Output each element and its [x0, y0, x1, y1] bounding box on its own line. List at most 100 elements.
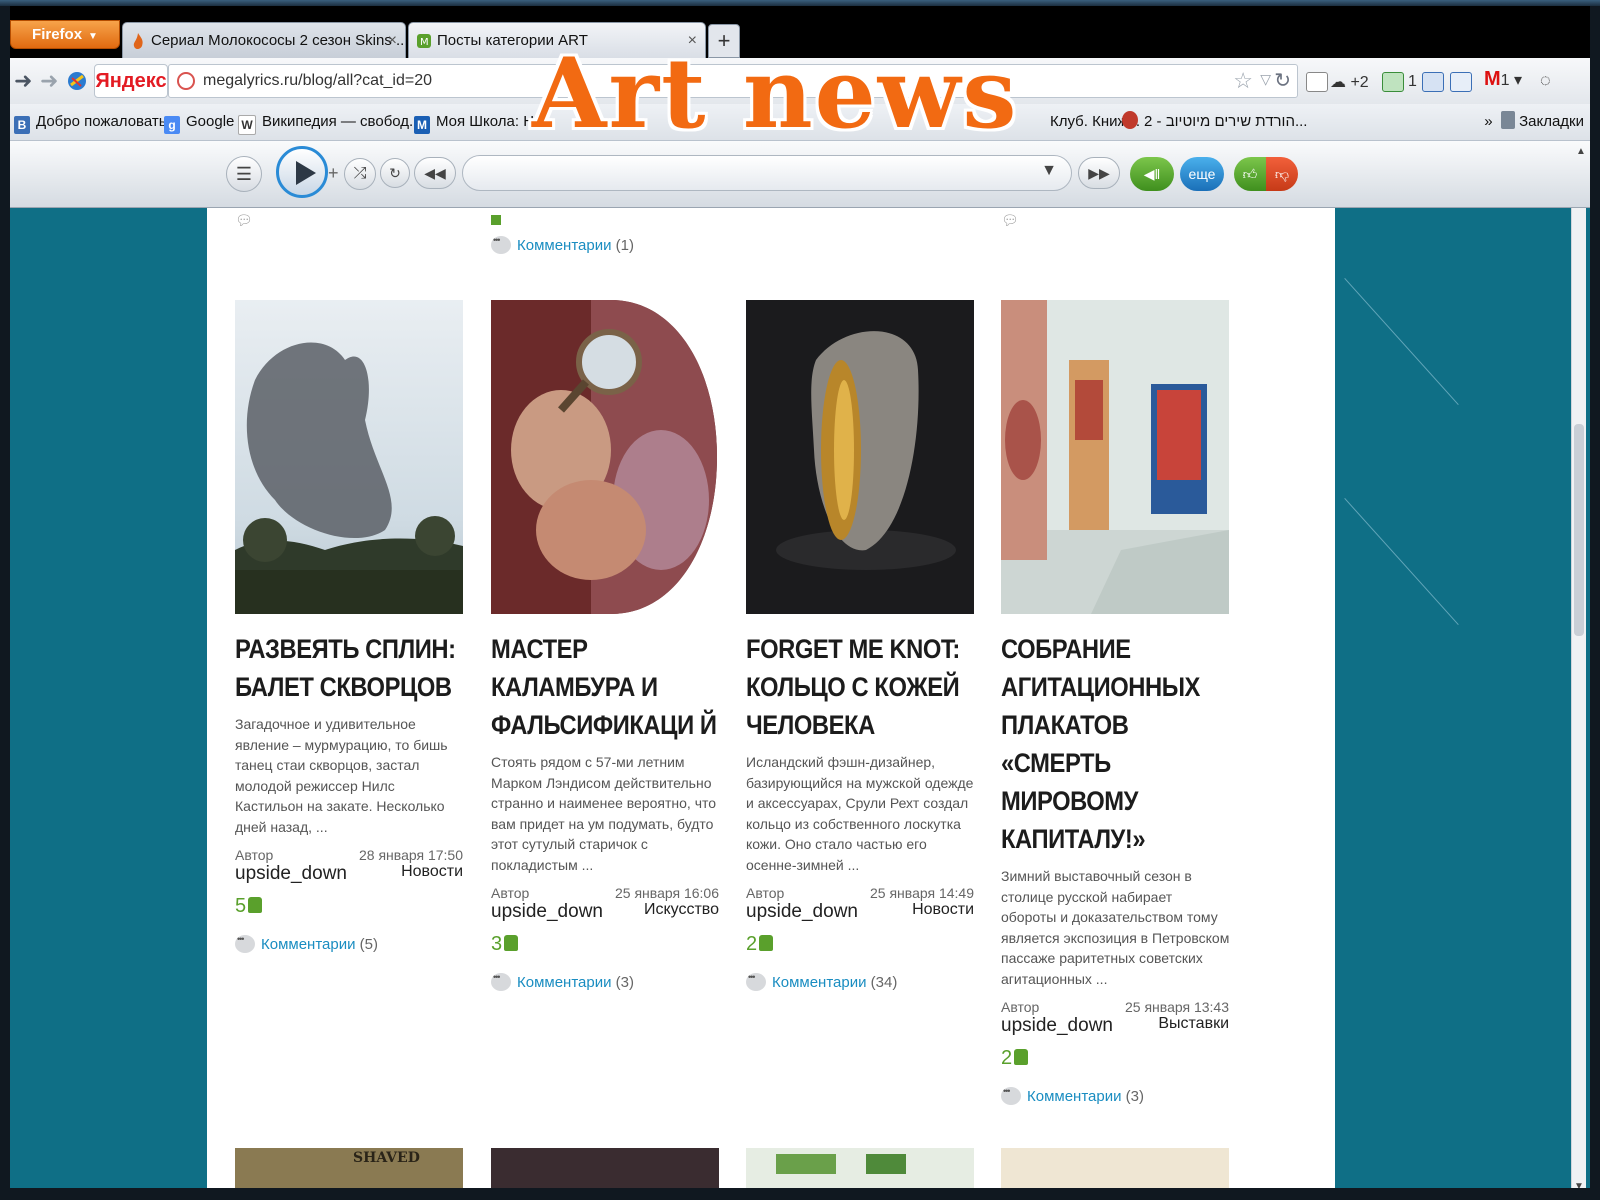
like-button[interactable]: 👍︎	[1234, 157, 1266, 191]
like-counter[interactable]: 5	[235, 895, 463, 925]
vk-icon[interactable]	[1422, 72, 1448, 92]
volume-button[interactable]: ◀ǁ	[1130, 157, 1174, 191]
bookmark-item[interactable]: g Google	[164, 104, 234, 140]
like-counter[interactable]: 3	[491, 933, 719, 963]
star-icon[interactable]: ☆	[1233, 68, 1253, 94]
previous-track-icon[interactable]: ◀◀	[414, 157, 456, 189]
comments-label: Комментарии	[772, 974, 867, 991]
next-post-image-text: SHAVED	[353, 1150, 420, 1166]
comments-link[interactable]: Комментарии (34)	[746, 972, 974, 991]
comment-bubble-icon	[491, 235, 511, 254]
gmail-icon[interactable]: M1 ▾	[1484, 68, 1522, 91]
thumbs-up-icon	[1014, 1049, 1029, 1065]
post-meta: Автор 25 января 13:43 upside_down Выстав…	[1001, 999, 1229, 1039]
notes-icon[interactable]	[1450, 72, 1476, 92]
post-title[interactable]: МАСТЕР КАЛАМБУРА И ФАЛЬСИФИКАЦИ Й	[491, 630, 720, 744]
like-counter[interactable]: 2	[1001, 1047, 1229, 1077]
mail-icon[interactable]	[1306, 72, 1332, 92]
category-link[interactable]: Новости	[401, 863, 463, 881]
post-meta: Автор 25 января 16:06 upside_down Искусс…	[491, 885, 719, 925]
close-icon[interactable]: ×	[388, 23, 397, 58]
post-image-ring[interactable]	[746, 300, 974, 614]
page-scrollbar[interactable]: ▼	[1571, 208, 1586, 1188]
author-link[interactable]: upside_down	[235, 863, 347, 885]
comments-link[interactable]: Комментарии (3)	[491, 972, 719, 991]
bookmark-star-icon	[1500, 111, 1515, 129]
slide-title: Art news	[532, 37, 1019, 150]
addon-icon[interactable]: ◌	[1540, 70, 1551, 91]
gmail-count: 1	[1500, 72, 1510, 89]
play-icon	[296, 161, 316, 185]
dislike-button[interactable]: 👎︎	[1266, 157, 1298, 191]
bookmarks-overflow-icon[interactable]: »	[1484, 113, 1492, 130]
author-link[interactable]: upside_down	[491, 901, 603, 923]
music-download-icon	[1122, 111, 1138, 129]
comments-link[interactable]: Комментарии (5)	[235, 934, 463, 953]
category-link[interactable]: Новости	[912, 901, 974, 919]
thumbs-up-icon: 👍︎	[1242, 166, 1258, 182]
play-button[interactable]	[276, 146, 328, 198]
cloud-icon[interactable]: ☁ +2	[1330, 72, 1369, 92]
post-image-magnifier[interactable]	[491, 300, 719, 614]
chevron-down-icon: ▼	[1041, 162, 1057, 179]
comments-link[interactable]: Комментарии (3)	[1001, 1086, 1229, 1105]
forward-icon[interactable]: ➜	[40, 68, 58, 94]
author-label: Автор	[491, 885, 530, 901]
next-post-image[interactable]	[746, 1148, 974, 1188]
next-post-image[interactable]: SHAVED	[235, 1148, 463, 1188]
post-title[interactable]: FORGET ME KNOT: КОЛЬЦО С КОЖЕЙ ЧЕЛОВЕКА	[746, 630, 975, 744]
sync-icon[interactable]: 1	[1382, 72, 1417, 92]
site-identity-icon[interactable]	[177, 72, 195, 90]
thumbs-up-icon	[504, 935, 519, 951]
vk-icon: В	[14, 116, 30, 134]
post-date: 25 января 16:06	[615, 885, 719, 901]
post-title[interactable]: СОБРАНИЕ АГИТАЦИОННЫХ ПЛАКАТОВ «СМЕРТЬ М…	[1001, 630, 1230, 858]
comments-label: Комментарии	[517, 237, 612, 254]
firefox-menu-button[interactable]: Firefox ▼	[10, 20, 120, 49]
author-link[interactable]: upside_down	[1001, 1015, 1113, 1037]
next-post-image[interactable]	[1001, 1148, 1229, 1188]
like-counter[interactable]: 2	[746, 933, 974, 963]
firefox-menu-label: Firefox	[32, 26, 83, 43]
bookmark-item[interactable]: M Моя Школа: Н	[414, 104, 534, 140]
bookmark-item[interactable]: W Википедия — свобод...	[238, 104, 422, 140]
post-image-starlings[interactable]	[235, 300, 463, 614]
comments-label: Комментарии	[1027, 1088, 1122, 1105]
post-title[interactable]: РАЗВЕЯТЬ СПЛИН: БАЛЕТ СКВОРЦОВ	[235, 630, 464, 706]
more-button[interactable]: еще	[1180, 157, 1224, 191]
repeat-icon[interactable]: ↻	[380, 158, 410, 188]
history-dropdown-icon[interactable]: ▽	[1260, 71, 1271, 88]
comment-bubble-icon	[491, 972, 511, 991]
scrollbar-thumb[interactable]	[1574, 424, 1584, 636]
school-icon: M	[414, 116, 430, 134]
category-link[interactable]: Искусство	[644, 901, 719, 919]
yandex-bar-icon[interactable]	[66, 70, 88, 92]
scroll-down-icon[interactable]: ▼	[1572, 1181, 1586, 1188]
reload-icon[interactable]: ↻	[1274, 68, 1291, 93]
thumbs-up-icon	[248, 897, 263, 913]
playlist-menu-icon[interactable]: ☰	[226, 156, 262, 192]
bookmark-label: Google	[186, 113, 235, 130]
category-link[interactable]: Выставки	[1158, 1015, 1229, 1033]
bookmarks-menu[interactable]: » Закладки	[1484, 104, 1584, 140]
back-icon[interactable]: ➜	[14, 68, 32, 94]
next-track-icon[interactable]: ▶▶	[1078, 157, 1120, 189]
search-engine-button[interactable]: Яндекс	[94, 64, 168, 98]
sync-count: 1	[1408, 73, 1417, 91]
scroll-up-icon[interactable]: ▲	[1576, 146, 1586, 157]
add-icon[interactable]: +	[328, 163, 339, 184]
like-count: 2	[746, 933, 758, 955]
track-select[interactable]: ▼	[462, 155, 1072, 191]
thumbs-down-icon: 👎︎	[1274, 166, 1290, 182]
more-label: еще	[1188, 166, 1216, 182]
bookmark-item[interactable]: 2 - הורדת שירים מיוטיוב...	[1122, 104, 1307, 140]
shuffle-icon[interactable]: ⤮	[344, 158, 376, 190]
author-link[interactable]: upside_down	[746, 901, 858, 923]
thumbs-up-icon	[759, 935, 774, 951]
next-post-image[interactable]	[491, 1148, 719, 1188]
comments-link[interactable]: Комментарии (1)	[491, 235, 634, 254]
bookmark-item[interactable]: В Добро пожаловать	[14, 104, 167, 140]
tab-skins[interactable]: Сериал Молокососы 2 сезон Skins ... ×	[122, 22, 406, 58]
post-image-posters[interactable]	[1001, 300, 1229, 614]
url-text[interactable]: megalyrics.ru/blog/all?cat_id=20	[203, 65, 432, 97]
